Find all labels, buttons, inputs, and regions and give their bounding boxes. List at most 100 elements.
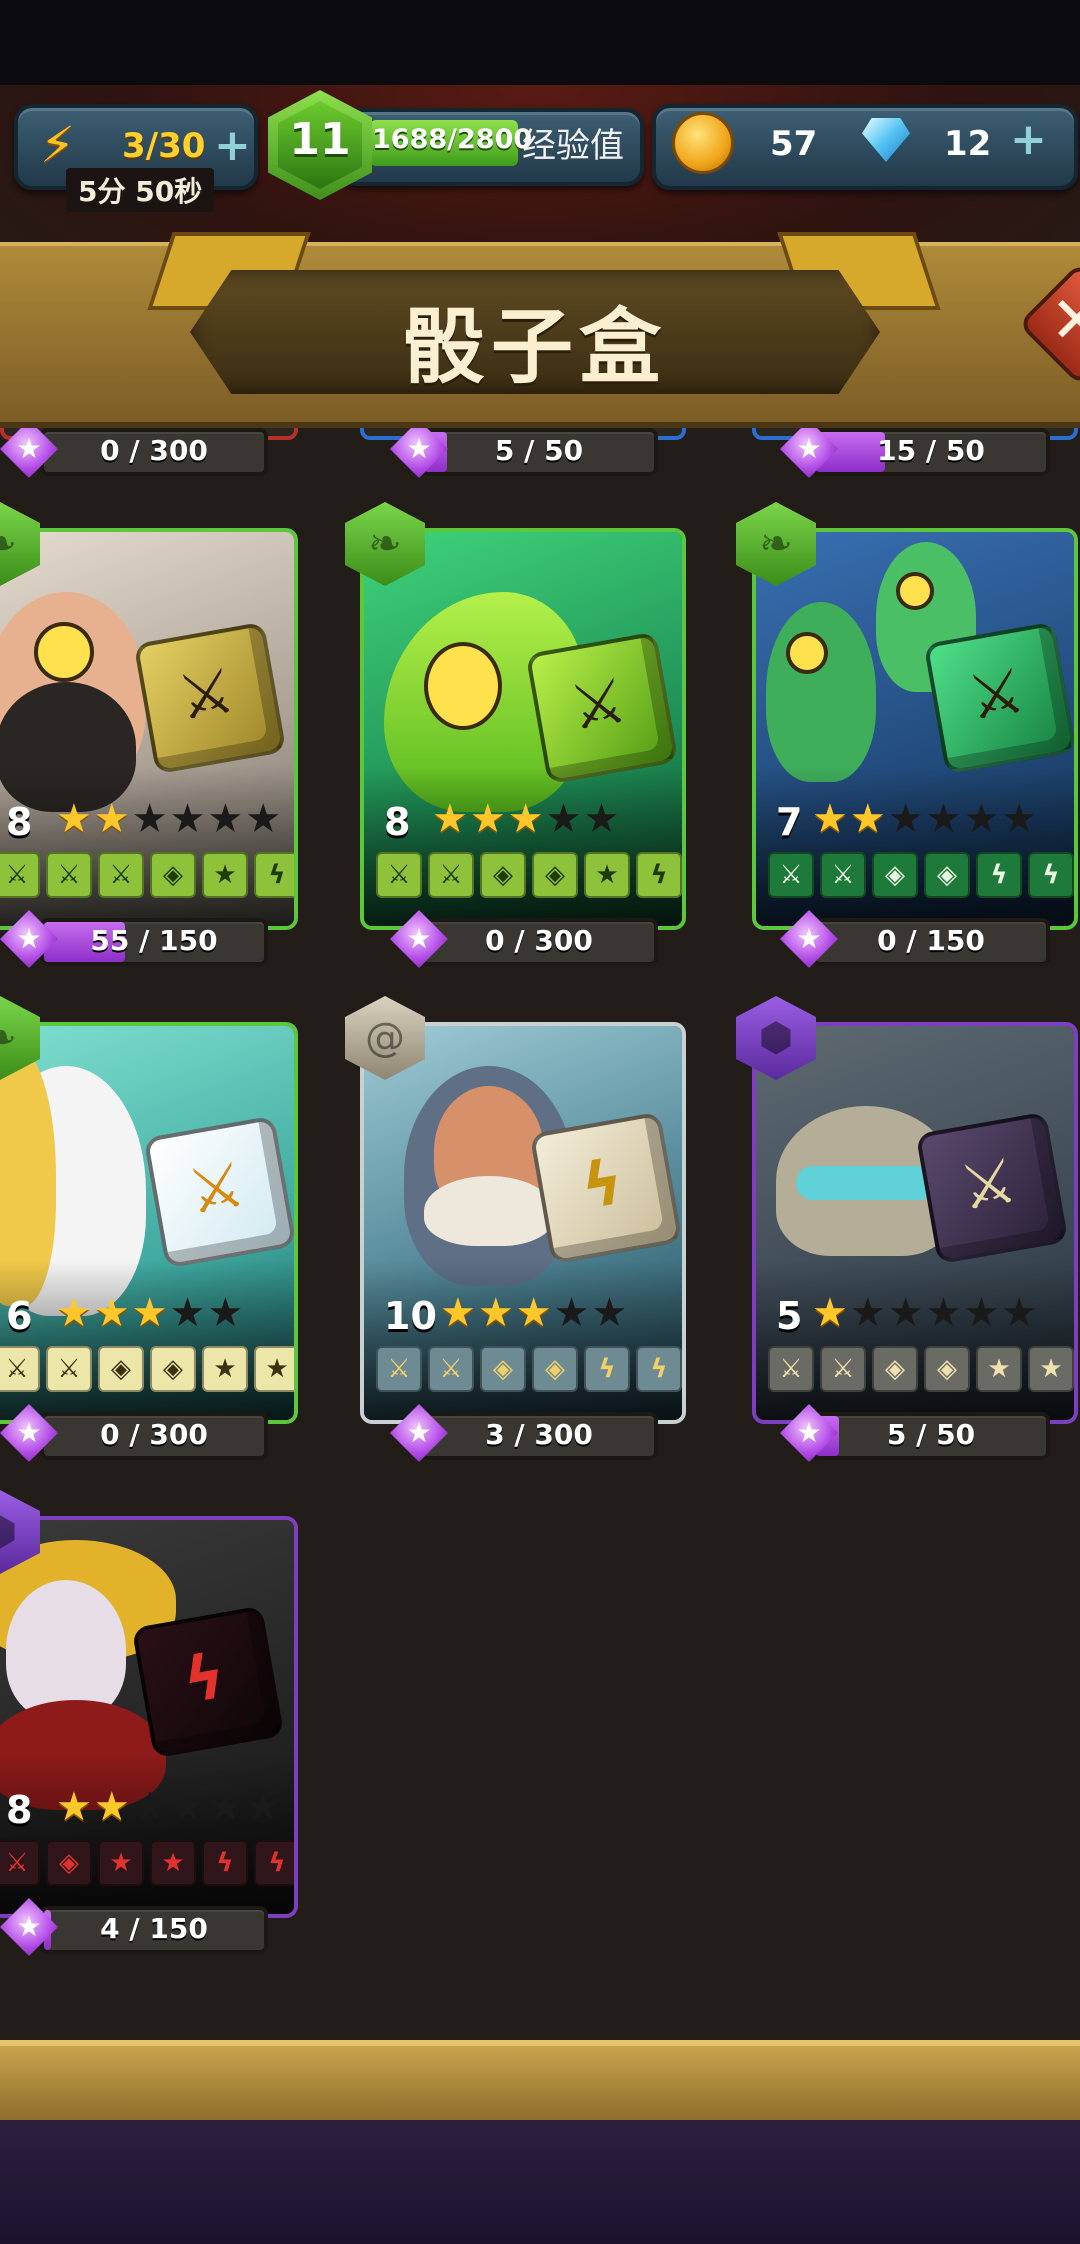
- star-icon: ★: [202, 852, 248, 898]
- sword-icon: ⚔: [820, 1346, 866, 1392]
- card-level: 8: [6, 1788, 33, 1832]
- progress-text: 55 / 150: [90, 924, 218, 957]
- creature-face: [6, 1580, 126, 1720]
- dice-card-bearded-cyclops[interactable]: ⚔ 8 ★★★★★★ ⚔ ⚔ ⚔ ◈ ★ ϟ: [0, 528, 298, 930]
- star-icon: ★: [584, 852, 630, 898]
- card-level: 5: [776, 1294, 803, 1338]
- dice-card-hydra[interactable]: ⚔ 7 ★★★★★★ ⚔ ⚔ ◈ ◈ ϟ ϟ: [752, 528, 1078, 930]
- card-progress-bar: 0 / 300: [420, 918, 658, 966]
- star-icon: ★: [150, 1840, 196, 1886]
- creature-eye: [896, 572, 934, 610]
- card-shade: [756, 1260, 1074, 1420]
- shield-icon: ◈: [532, 852, 578, 898]
- close-icon: ✕: [1050, 284, 1080, 358]
- energy-timer: 5分 50秒: [66, 168, 215, 212]
- sword-icon: ⚔: [768, 1346, 814, 1392]
- lightning-icon: ϟ: [636, 852, 682, 898]
- star-rating: ★★★★★★: [812, 796, 1040, 842]
- dice-card-wizard[interactable]: ϟ 10 ★★★★★ ⚔ ⚔ ◈ ◈ ϟ ϟ: [360, 1022, 686, 1424]
- die-faces: ⚔ ⚔ ◈ ◈ ★ ★: [0, 1346, 294, 1392]
- card-progress-bar: 55 / 150: [40, 918, 268, 966]
- die-faces: ⚔ ⚔ ⚔ ◈ ★ ϟ: [0, 852, 294, 898]
- sword-icon: ⚔: [98, 852, 144, 898]
- bottom-band: [0, 2120, 1080, 2244]
- dice-card-vampire-jester[interactable]: ϟ 8 ★★★★★★ ⚔ ◈ ★ ★ ϟ ϟ: [0, 1516, 298, 1918]
- progress-text: 0 / 300: [100, 1418, 208, 1451]
- card-shade: [0, 766, 294, 926]
- shield-icon: ◈: [98, 1346, 144, 1392]
- sword-icon: ⚔: [46, 852, 92, 898]
- page-title: 骰子盒: [402, 300, 667, 395]
- blood-die: ϟ: [131, 1605, 285, 1759]
- progress-text: 0 / 150: [877, 924, 985, 957]
- card-level: 8: [6, 800, 33, 844]
- star-rating: ★★★★★: [56, 1290, 246, 1336]
- shield-icon: ◈: [150, 1346, 196, 1392]
- shield-icon: ◈: [150, 852, 196, 898]
- card-progress-bar: 5 / 50: [420, 428, 658, 476]
- dice-card-slime[interactable]: ⚔ 8 ★★★★★ ⚔ ⚔ ◈ ◈ ★ ϟ: [360, 528, 686, 930]
- card-shade: [0, 1260, 294, 1420]
- creature-head: [766, 602, 876, 782]
- star-rating: ★★★★★★: [56, 796, 284, 842]
- player-level: 11: [289, 114, 351, 165]
- lightning-icon: ϟ: [254, 852, 294, 898]
- sword-icon: ⚔: [428, 852, 474, 898]
- ivory-die: ϟ: [529, 1111, 682, 1265]
- progress-text: 15 / 50: [877, 434, 985, 467]
- xp-value: 1688/2800: [372, 124, 533, 155]
- lightning-icon: ϟ: [254, 1840, 294, 1886]
- shield-icon: ◈: [532, 1346, 578, 1392]
- star-icon: ★: [1028, 1346, 1074, 1392]
- lightning-icon: ϟ: [1028, 852, 1074, 898]
- dice-card-spider-turtle[interactable]: ⚔ 5 ★★★★★★ ⚔ ⚔ ◈ ◈ ★ ★: [752, 1022, 1078, 1424]
- die-faces: ⚔ ⚔ ◈ ◈ ★ ★: [768, 1346, 1074, 1392]
- card-progress-bar: 3 / 300: [420, 1412, 658, 1460]
- sword-icon: ⚔: [46, 1346, 92, 1392]
- lightning-icon: ⚡: [40, 116, 76, 174]
- bottom-frame: [0, 2040, 1080, 2132]
- card-progress-bar: 4 / 150: [40, 1906, 268, 1954]
- sword-icon: ⚔: [0, 1840, 40, 1886]
- card-shade: [364, 766, 682, 926]
- creature-eye: [786, 632, 828, 674]
- add-currency-button[interactable]: +: [1010, 118, 1047, 162]
- shield-icon: ◈: [872, 1346, 918, 1392]
- star-rating: ★★★★★: [440, 1290, 630, 1336]
- card-progress-bar: 0 / 150: [812, 918, 1050, 966]
- sword-icon: ⚔: [376, 1346, 422, 1392]
- card-progress-bar: 0 / 300: [40, 1412, 268, 1460]
- star-icon: ★: [976, 1346, 1022, 1392]
- dark-die: ⚔: [915, 1111, 1069, 1265]
- creature-eye: [424, 642, 502, 730]
- creature-eye: [34, 622, 94, 682]
- progress-text: 0 / 300: [485, 924, 593, 957]
- dice-card-unicorn[interactable]: ⚔ 6 ★★★★★ ⚔ ⚔ ◈ ◈ ★ ★: [0, 1022, 298, 1424]
- coin-count: 57: [770, 124, 818, 164]
- card-level: 7: [776, 800, 803, 844]
- status-bar-area: [0, 0, 1080, 85]
- xp-label: 经验值: [522, 126, 624, 166]
- die-faces: ⚔ ⚔ ◈ ◈ ϟ ϟ: [376, 1346, 682, 1392]
- progress-text: 0 / 300: [100, 434, 208, 467]
- lightning-icon: ϟ: [584, 1346, 630, 1392]
- lightning-icon: ϟ: [202, 1840, 248, 1886]
- creature-gems: [796, 1166, 936, 1200]
- sword-icon: ⚔: [768, 852, 814, 898]
- card-level: 6: [6, 1294, 33, 1338]
- card-shade: [0, 1754, 294, 1914]
- green-die: ⚔: [525, 631, 679, 785]
- gold-die: ⚔: [133, 621, 287, 775]
- energy-value: 3/30: [122, 126, 206, 166]
- emerald-die: ⚔: [923, 621, 1074, 775]
- die-faces: ⚔ ⚔ ◈ ◈ ϟ ϟ: [768, 852, 1074, 898]
- card-progress-bar: 15 / 50: [812, 428, 1050, 476]
- die-faces: ⚔ ◈ ★ ★ ϟ ϟ: [0, 1840, 294, 1886]
- lightning-icon: ϟ: [976, 852, 1022, 898]
- shield-icon: ◈: [46, 1840, 92, 1886]
- sword-icon: ⚔: [820, 852, 866, 898]
- sword-icon: ⚔: [428, 1346, 474, 1392]
- progress-text: 4 / 150: [100, 1912, 208, 1945]
- die-faces: ⚔ ⚔ ◈ ◈ ★ ϟ: [376, 852, 682, 898]
- add-energy-button[interactable]: +: [214, 124, 251, 168]
